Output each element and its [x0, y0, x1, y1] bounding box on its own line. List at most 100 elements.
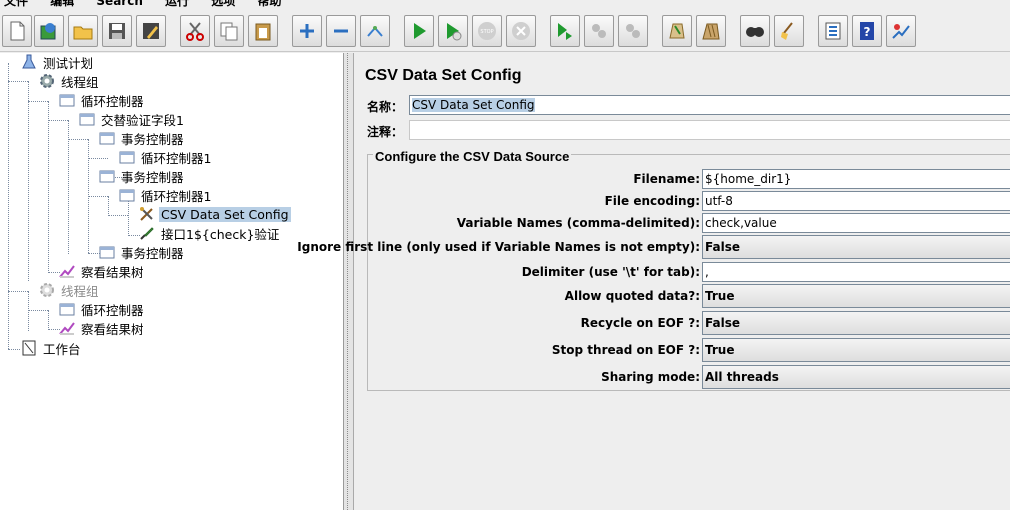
shutdown-icon [512, 22, 530, 40]
delimiter-label: Delimiter (use '\t' for tab): [521, 265, 700, 279]
help-button[interactable]: ? [852, 15, 882, 47]
save-as-icon [143, 23, 159, 39]
templates-button[interactable] [34, 15, 64, 47]
remote-start-icon [558, 23, 572, 40]
ignore-first-line-label: Ignore first line (only used if Variable… [297, 240, 700, 254]
clear-icon [669, 23, 685, 39]
tree-node-loop-controller[interactable]: 循环控制器 [58, 91, 146, 109]
tree-node-thread-group[interactable]: 线程组 [38, 72, 101, 90]
tree-node-transaction-controller-2[interactable]: 事务控制器 [98, 167, 186, 185]
menu-run[interactable]: 运行 [165, 0, 189, 9]
clear-button[interactable] [662, 15, 692, 47]
menu-options[interactable]: 选项 [211, 0, 235, 9]
tree-node-interleave-controller[interactable]: 交替验证字段1 [78, 110, 186, 128]
search-button[interactable] [740, 15, 770, 47]
tree-node-transaction-controller-3[interactable]: 事务控制器 [98, 243, 186, 261]
file-encoding-input[interactable]: utf-8 [702, 191, 1010, 211]
cut-icon [186, 22, 204, 41]
tree-node-transaction-controller-1[interactable]: 事务控制器 [98, 129, 186, 147]
stop-thread-on-eof-select[interactable]: True [702, 338, 1010, 362]
controller-icon [98, 167, 116, 185]
test-plan-tree: 测试计划 线程组 循环控制器 交替验证字段1 事务控制器 循环控制器1 事务控制… [0, 53, 344, 510]
tree-node-view-results-tree-2[interactable]: 察看结果树 [58, 319, 146, 337]
listener-icon [58, 319, 76, 337]
remote-stop-button[interactable] [584, 15, 614, 47]
test-plan-icon [20, 53, 38, 71]
filename-label: Filename: [633, 172, 700, 186]
remote-shutdown-icon [626, 24, 640, 38]
menu-bar: 文件 编辑 Search 运行 选项 帮助 [0, 0, 1010, 9]
toggle-button[interactable] [360, 15, 390, 47]
shutdown-button[interactable] [506, 15, 536, 47]
templates-icon [40, 23, 56, 40]
cut-button[interactable] [180, 15, 210, 47]
copy-button[interactable] [214, 15, 244, 47]
tree-node-view-results-tree-1[interactable]: 察看结果树 [58, 262, 146, 280]
tree-node-loop-controller-2[interactable]: 循环控制器 [58, 300, 146, 318]
start-icon [414, 23, 426, 39]
controller-icon [78, 110, 96, 128]
sharing-mode-select[interactable]: All threads [702, 365, 1010, 389]
function-helper-button[interactable] [818, 15, 848, 47]
name-label: 名称： [367, 100, 404, 114]
menu-edit[interactable]: 编辑 [50, 0, 74, 9]
controller-icon [98, 243, 116, 261]
page-title: CSV Data Set Config [365, 67, 522, 84]
expand-all-button[interactable] [292, 15, 322, 47]
start-no-pause-button[interactable] [438, 15, 468, 47]
variable-names-input[interactable]: check,value [702, 213, 1010, 233]
controller-icon [98, 129, 116, 147]
tree-node-loop-controller-1b[interactable]: 循环控制器1 [118, 186, 213, 204]
tree-node-thread-group-disabled[interactable]: 线程组 [38, 281, 101, 299]
split-pane-divider[interactable] [344, 53, 354, 510]
tree-node-workbench[interactable]: 工作台 [20, 339, 83, 357]
save-button[interactable] [102, 15, 132, 47]
paste-button[interactable] [248, 15, 278, 47]
save-as-button[interactable] [136, 15, 166, 47]
start-button[interactable] [404, 15, 434, 47]
name-field[interactable]: CSV Data Set Config [409, 95, 1010, 115]
tree-node-loop-controller-1a[interactable]: 循环控制器1 [118, 148, 213, 166]
menu-file[interactable]: 文件 [4, 0, 28, 9]
stop-icon: STOP [478, 22, 496, 40]
ignore-first-line-select[interactable]: False [702, 235, 1010, 259]
delimiter-input[interactable]: , [702, 262, 1010, 282]
tree-node-test-plan[interactable]: 测试计划 [20, 53, 95, 71]
variable-names-label: Variable Names (comma-delimited): [456, 216, 700, 230]
thread-group-icon [38, 281, 56, 299]
allow-quoted-data-label: Allow quoted data?: [564, 289, 700, 303]
stop-thread-on-eof-label: Stop thread on EOF ?: [551, 343, 700, 357]
comment-field[interactable] [409, 120, 1010, 140]
log-viewer-button[interactable] [886, 15, 916, 47]
start-no-pause-icon [447, 23, 462, 41]
filename-input[interactable]: ${home_dir1} [702, 169, 1010, 189]
tree-node-sampler[interactable]: 接口1${check}验证 [138, 224, 281, 242]
tree-node-csv-data-set-config[interactable]: CSV Data Set Config [138, 205, 291, 223]
open-icon [73, 26, 93, 40]
remote-stop-icon [592, 24, 606, 38]
save-icon [109, 23, 125, 39]
remote-start-button[interactable] [550, 15, 580, 47]
new-button[interactable] [2, 15, 32, 47]
workbench-icon [20, 339, 38, 357]
copy-icon [220, 22, 238, 41]
menu-search[interactable]: Search [96, 0, 142, 8]
recycle-on-eof-select[interactable]: False [702, 311, 1010, 335]
controller-icon [118, 186, 136, 204]
controller-icon [118, 148, 136, 166]
stop-button[interactable]: STOP [472, 15, 502, 47]
toggle-icon [367, 26, 383, 37]
function-helper-icon [825, 22, 841, 40]
config-panel: CSV Data Set Config 名称： CSV Data Set Con… [297, 53, 1010, 510]
clear-all-button[interactable] [696, 15, 726, 47]
new-icon [10, 21, 25, 41]
help-icon: ? [860, 22, 874, 40]
expand-icon [300, 24, 314, 38]
open-button[interactable] [68, 15, 98, 47]
reset-search-button[interactable] [774, 15, 804, 47]
remote-shutdown-button[interactable] [618, 15, 648, 47]
menu-help[interactable]: 帮助 [257, 0, 281, 9]
collapse-all-button[interactable] [326, 15, 356, 47]
allow-quoted-data-select[interactable]: True [702, 284, 1010, 308]
svg-text:?: ? [864, 25, 871, 39]
